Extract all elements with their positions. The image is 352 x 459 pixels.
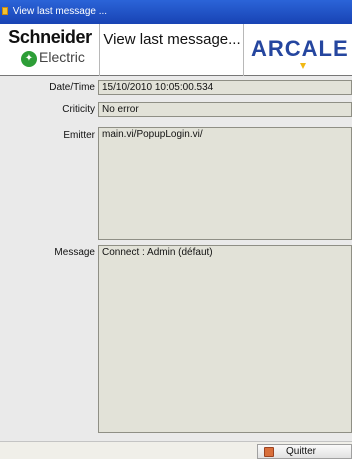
quit-button[interactable]: Quitter <box>257 444 352 459</box>
brand-text: ARCALE <box>251 36 349 61</box>
header: Schneider ✦ Electric View last message..… <box>0 24 352 76</box>
window-titlebar: View last message ... <box>0 0 352 24</box>
header-title-text: View last message... <box>103 31 241 48</box>
brand-logo: ARCALE <box>245 24 352 76</box>
datetime-field[interactable]: 15/10/2010 10:05:00.534 <box>98 80 352 95</box>
criticity-label: Criticity <box>62 104 95 115</box>
emitter-label: Emitter <box>63 130 95 141</box>
app-icon <box>2 7 8 15</box>
schneider-logo-icon: ✦ <box>21 51 37 67</box>
message-form: Date/Time 15/10/2010 10:05:00.534 Critic… <box>0 76 352 441</box>
header-title: View last message... <box>101 24 244 76</box>
brand-mark-icon <box>300 63 306 69</box>
logo-line1: Schneider <box>8 27 92 47</box>
message-label: Message <box>54 247 95 258</box>
schneider-logo: Schneider ✦ Electric <box>0 24 100 76</box>
logo-line2: ✦ Electric <box>21 49 95 69</box>
criticity-field[interactable]: No error <box>98 102 352 117</box>
logo-line2-text: Electric <box>39 49 85 65</box>
message-field[interactable]: Connect : Admin (défaut) <box>98 245 352 433</box>
window-title: View last message ... <box>12 6 108 17</box>
datetime-label: Date/Time <box>49 82 95 93</box>
emitter-field[interactable]: main.vi/PopupLogin.vi/ <box>98 127 352 240</box>
quit-icon <box>264 447 274 457</box>
bottom-bar: Quitter <box>0 441 352 459</box>
quit-label: Quitter <box>286 446 317 457</box>
